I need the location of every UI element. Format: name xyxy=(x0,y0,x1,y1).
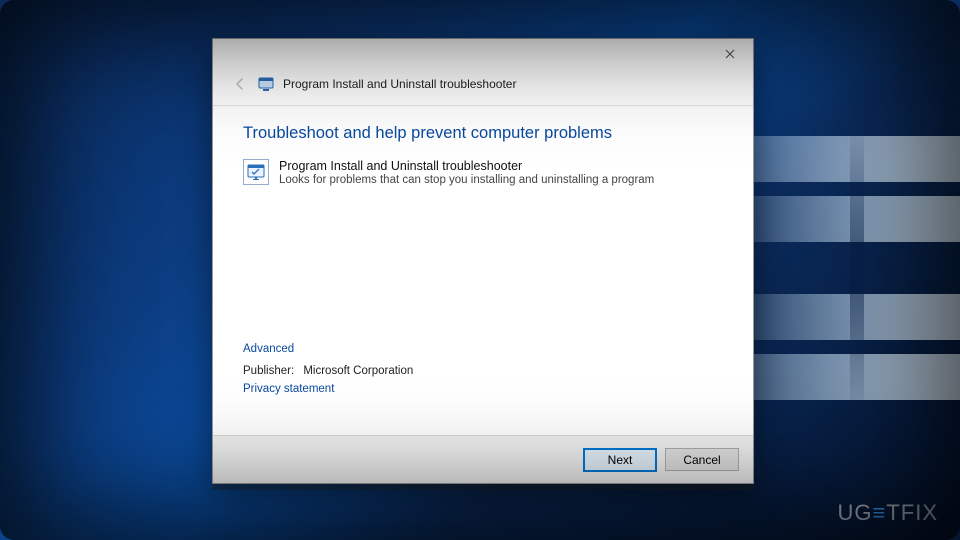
privacy-statement-link[interactable]: Privacy statement xyxy=(243,383,334,395)
dialog-footer: Next Cancel xyxy=(213,435,753,483)
back-arrow-icon xyxy=(231,75,249,93)
page-heading: Troubleshoot and help prevent computer p… xyxy=(243,124,725,143)
watermark-pre: UG xyxy=(837,500,872,525)
dialog-header-title: Program Install and Uninstall troublesho… xyxy=(283,77,516,91)
dialog-titlebar xyxy=(213,39,753,75)
troubleshooter-item: Program Install and Uninstall troublesho… xyxy=(243,159,725,186)
troubleshooter-dialog: Program Install and Uninstall troublesho… xyxy=(212,38,754,484)
wallpaper-gap xyxy=(850,120,864,420)
advanced-link[interactable]: Advanced xyxy=(243,343,294,355)
troubleshooter-item-icon xyxy=(243,159,269,185)
troubleshooter-app-icon xyxy=(258,76,274,92)
desktop-wallpaper: Program Install and Uninstall troublesho… xyxy=(0,0,960,540)
troubleshooter-item-title: Program Install and Uninstall troublesho… xyxy=(279,159,654,173)
close-button[interactable] xyxy=(711,41,749,67)
watermark-post: TFIX xyxy=(886,500,938,525)
dialog-content: Troubleshoot and help prevent computer p… xyxy=(213,106,753,186)
watermark-accent: ≡ xyxy=(872,500,886,525)
troubleshooter-item-description: Looks for problems that can stop you ins… xyxy=(279,174,654,186)
ugetfix-watermark: UG≡TFIX xyxy=(837,500,938,526)
taskbar-sliver xyxy=(212,484,754,490)
dialog-links-block: Advanced Publisher: Microsoft Corporatio… xyxy=(243,343,413,395)
troubleshooter-item-text: Program Install and Uninstall troublesho… xyxy=(279,159,654,186)
publisher-line: Publisher: Microsoft Corporation xyxy=(243,365,413,377)
dialog-header-row: Program Install and Uninstall troublesho… xyxy=(213,75,753,101)
publisher-value: Microsoft Corporation xyxy=(303,365,413,377)
next-button[interactable]: Next xyxy=(583,448,657,472)
close-icon xyxy=(725,47,735,62)
publisher-label: Publisher: xyxy=(243,365,294,377)
cancel-button[interactable]: Cancel xyxy=(665,448,739,471)
